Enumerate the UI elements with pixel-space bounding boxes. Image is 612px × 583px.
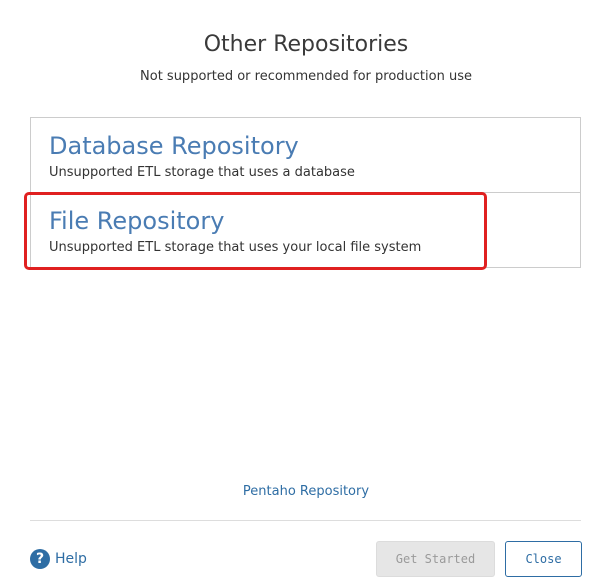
footer-divider xyxy=(30,520,581,521)
get-started-label: Get Started xyxy=(395,552,476,566)
repository-description: Unsupported ETL storage that uses your l… xyxy=(49,240,422,255)
other-repositories-dialog: Other Repositories Not supported or reco… xyxy=(0,0,612,583)
pentaho-repository-link[interactable]: Pentaho Repository xyxy=(0,484,612,499)
help-link[interactable]: ? Help xyxy=(30,548,87,570)
page-subtitle: Not supported or recommended for product… xyxy=(140,69,472,84)
help-label: Help xyxy=(55,551,87,567)
page-title: Other Repositories xyxy=(203,32,409,57)
file-repository-option[interactable]: File Repository Unsupported ETL storage … xyxy=(31,193,580,268)
get-started-button[interactable]: Get Started xyxy=(376,541,495,577)
close-label: Close xyxy=(525,552,562,566)
repository-description: Unsupported ETL storage that uses a data… xyxy=(49,165,355,180)
question-circle-icon: ? xyxy=(30,549,50,569)
repository-list: Database Repository Unsupported ETL stor… xyxy=(30,117,581,268)
repository-name: File Repository xyxy=(49,207,225,235)
repository-name: Database Repository xyxy=(49,132,299,160)
database-repository-option[interactable]: Database Repository Unsupported ETL stor… xyxy=(31,118,580,193)
pentaho-repository-link-label: Pentaho Repository xyxy=(242,484,370,499)
close-button[interactable]: Close xyxy=(505,541,582,577)
